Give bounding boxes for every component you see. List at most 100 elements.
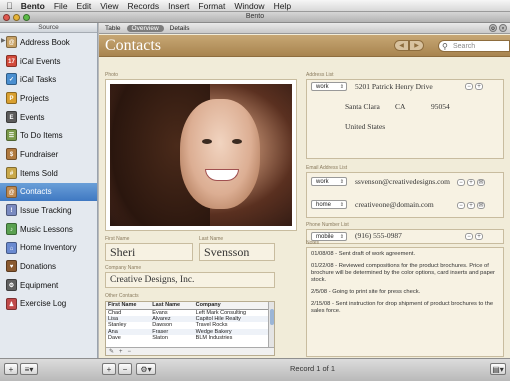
sidebar-item-projects[interactable]: P Projects [0,89,97,108]
menu-file[interactable]: File [54,1,68,11]
main-content: Table Overview Details ⚙ × Contacts ◀ ▶ … [99,23,510,358]
photo-field[interactable] [105,79,297,231]
todo-icon: ☰ [6,129,17,142]
sidebar-item-label: iCal Tasks [20,75,57,85]
company-field[interactable]: Creative Designs, Inc. [105,272,275,288]
view-tab-bar: Table Overview Details ⚙ × [99,23,510,34]
sidebar-item-home-inventory[interactable]: ⌂ Home Inventory [0,239,97,258]
action-menu-button[interactable]: ⚙▾ [136,363,156,375]
sidebar-item-events[interactable]: E Events [0,108,97,127]
email-type-select[interactable]: work ⇕ [311,177,347,186]
last-name-field[interactable]: Svensson [199,243,275,261]
first-name-field[interactable]: Sheri [105,243,193,261]
email-value[interactable]: creativeone@domain.com [355,200,434,209]
projects-icon: P [6,92,17,105]
sidebar-item-label: To Do Items [20,131,63,141]
menu-app[interactable]: Bento [21,1,45,11]
photo-label: Photo [105,72,119,78]
menu-format[interactable]: Format [198,1,225,11]
add-row-icon[interactable]: + [119,348,123,355]
search-field[interactable]: ⚲ Search [438,40,510,52]
sidebar-item-to-do-items[interactable]: ☰ To Do Items [0,126,97,145]
bottom-toolbar: + ≡▾ + − ⚙▾ Record 1 of 1 ▤▾ [0,358,510,381]
tab-table[interactable]: Table [105,25,121,32]
remove-address-button[interactable]: − [465,83,473,90]
remove-row-icon[interactable]: − [128,348,132,355]
edit-icon[interactable]: ✎ [109,348,114,355]
contacts-icon: @ [6,185,17,198]
column-header-first-name[interactable]: First Name [106,302,151,310]
last-name-label: Last Name [199,236,224,242]
remove-phone-button[interactable]: − [465,233,473,240]
close-view-icon[interactable]: × [499,24,507,32]
record-count: Record 1 of 1 [290,364,336,373]
phone-value[interactable]: (916) 555-0987 [355,231,402,240]
notes-field[interactable]: 01/08/08 - Sent draft of work agreement.… [306,247,504,357]
collection-menu-button[interactable]: ≡▾ [20,363,38,375]
sidebar-item-label: Contacts [20,187,52,197]
add-library-button[interactable]: + [4,363,18,375]
sidebar-item-ical-events[interactable]: 17 iCal Events [0,52,97,71]
next-record-button[interactable]: ▶ [409,40,424,51]
menu-help[interactable]: Help [274,1,291,11]
tab-details[interactable]: Details [170,25,190,32]
sidebar-item-address-book[interactable]: ▶ @ Address Book [0,33,97,52]
settings-icon[interactable]: ⚙ [489,24,497,32]
email-compose-icon[interactable]: ✉ [477,202,485,209]
delete-record-button[interactable]: − [118,363,132,375]
table-row[interactable]: Dave Slaton BLM Industries [106,335,270,342]
address-zip[interactable]: 95054 [431,102,450,111]
remove-email-button[interactable]: − [457,202,465,209]
table-footer: ✎ + − [106,347,274,355]
email-compose-icon[interactable]: ✉ [477,179,485,186]
tab-overview[interactable]: Overview [126,24,164,32]
disclosure-triangle-icon[interactable]: ▶ [1,37,6,44]
menu-view[interactable]: View [100,1,118,11]
sidebar-item-label: Projects [20,93,49,103]
apple-menu-icon[interactable]:  [6,1,13,11]
table-scrollbar[interactable] [268,302,274,347]
view-options: ⚙ × [489,24,507,32]
add-address-button[interactable]: + [475,83,483,90]
view-options-button[interactable]: ▤▾ [490,363,506,375]
address-city[interactable]: Santa Clara [345,102,393,111]
note-entry: 2/15/08 - Sent instruction for drop ship… [311,301,494,314]
menu-window[interactable]: Window [234,1,264,11]
address-type-select[interactable]: work ⇕ [311,82,347,91]
sidebar-item-music-lessons[interactable]: ♪ Music Lessons [0,220,97,239]
equipment-icon: ⚙ [6,278,17,291]
add-email-button[interactable]: + [467,202,475,209]
menu-edit[interactable]: Edit [77,1,92,11]
menu-records[interactable]: Records [127,1,159,11]
add-record-button[interactable]: + [102,363,116,375]
address-state[interactable]: CA [395,102,405,111]
sidebar-item-ical-tasks[interactable]: ✓ iCal Tasks [0,70,97,89]
email-value[interactable]: ssvenson@creativedesigns.com [355,177,450,186]
sidebar-item-exercise-log[interactable]: ♟ Exercise Log [0,295,97,314]
sidebar-item-equipment[interactable]: ⚙ Equipment [0,276,97,295]
email-type-select[interactable]: home ⇕ [311,200,347,209]
contact-photo [110,84,292,226]
address-street[interactable]: 5201 Patrick Henry Drive [355,82,433,91]
menu-insert[interactable]: Insert [168,1,189,11]
remove-email-button[interactable]: − [457,179,465,186]
previous-record-button[interactable]: ◀ [394,40,409,51]
add-email-button[interactable]: + [467,179,475,186]
sidebar-item-contacts[interactable]: @ Contacts [0,182,97,202]
sidebar-item-issue-tracking[interactable]: ! Issue Tracking [0,201,97,220]
sidebar-item-items-sold[interactable]: # Items Sold [0,164,97,183]
add-phone-button[interactable]: + [475,233,483,240]
address-country[interactable]: United States [345,122,385,131]
scroll-thumb[interactable] [270,309,274,325]
other-contacts-table[interactable]: First Name Last Name Company Chad Evans Le… [105,301,275,356]
note-entry: 01/22/08 - Reviewed compositions for the… [311,263,495,283]
page-title: Contacts [105,37,161,54]
sidebar-item-label: Address Book [20,37,70,47]
column-header-company[interactable]: Company [193,302,270,310]
note-entry: 01/08/08 - Sent draft of work agreement. [311,251,416,257]
library-header: Contacts ◀ ▶ ⚲ Search [99,35,510,57]
column-header-last-name[interactable]: Last Name [150,302,194,310]
table-cell: BLM Industries [195,335,233,342]
sidebar-item-donations[interactable]: ♥ Donations [0,257,97,276]
sidebar-item-fundraiser[interactable]: $ Fundraiser [0,145,97,164]
